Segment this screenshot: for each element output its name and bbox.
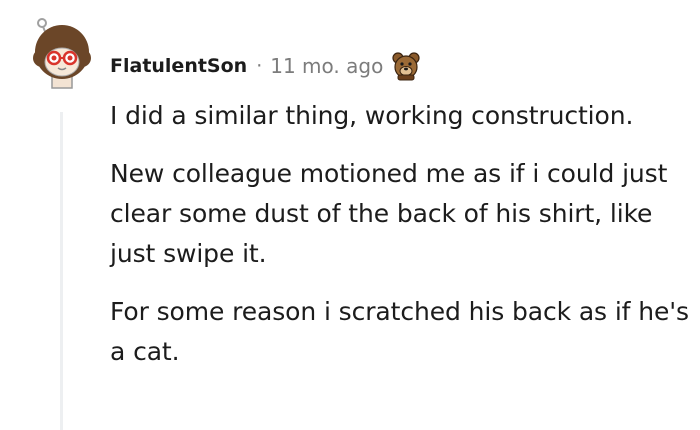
bear-award-icon	[391, 51, 421, 81]
comment: FlatulentSon · 11 mo. ago I did a simila…	[0, 0, 700, 430]
thread-line[interactable]	[60, 112, 63, 430]
comment-paragraph: I did a similar thing, working construct…	[110, 101, 634, 130]
comment-meta: FlatulentSon · 11 mo. ago	[110, 48, 421, 84]
author-name[interactable]: FlatulentSon	[110, 55, 247, 77]
comment-paragraph: For some reason i scratched his back as …	[110, 297, 689, 366]
comment-timestamp[interactable]: 11 mo. ago	[270, 54, 383, 78]
comment-body: I did a similar thing, working construct…	[110, 96, 690, 390]
user-avatar[interactable]	[26, 18, 98, 90]
snoo-avatar-icon	[33, 18, 91, 89]
meta-separator: ·	[256, 55, 263, 77]
comment-paragraph: New colleague motioned me as if i could …	[110, 159, 668, 268]
